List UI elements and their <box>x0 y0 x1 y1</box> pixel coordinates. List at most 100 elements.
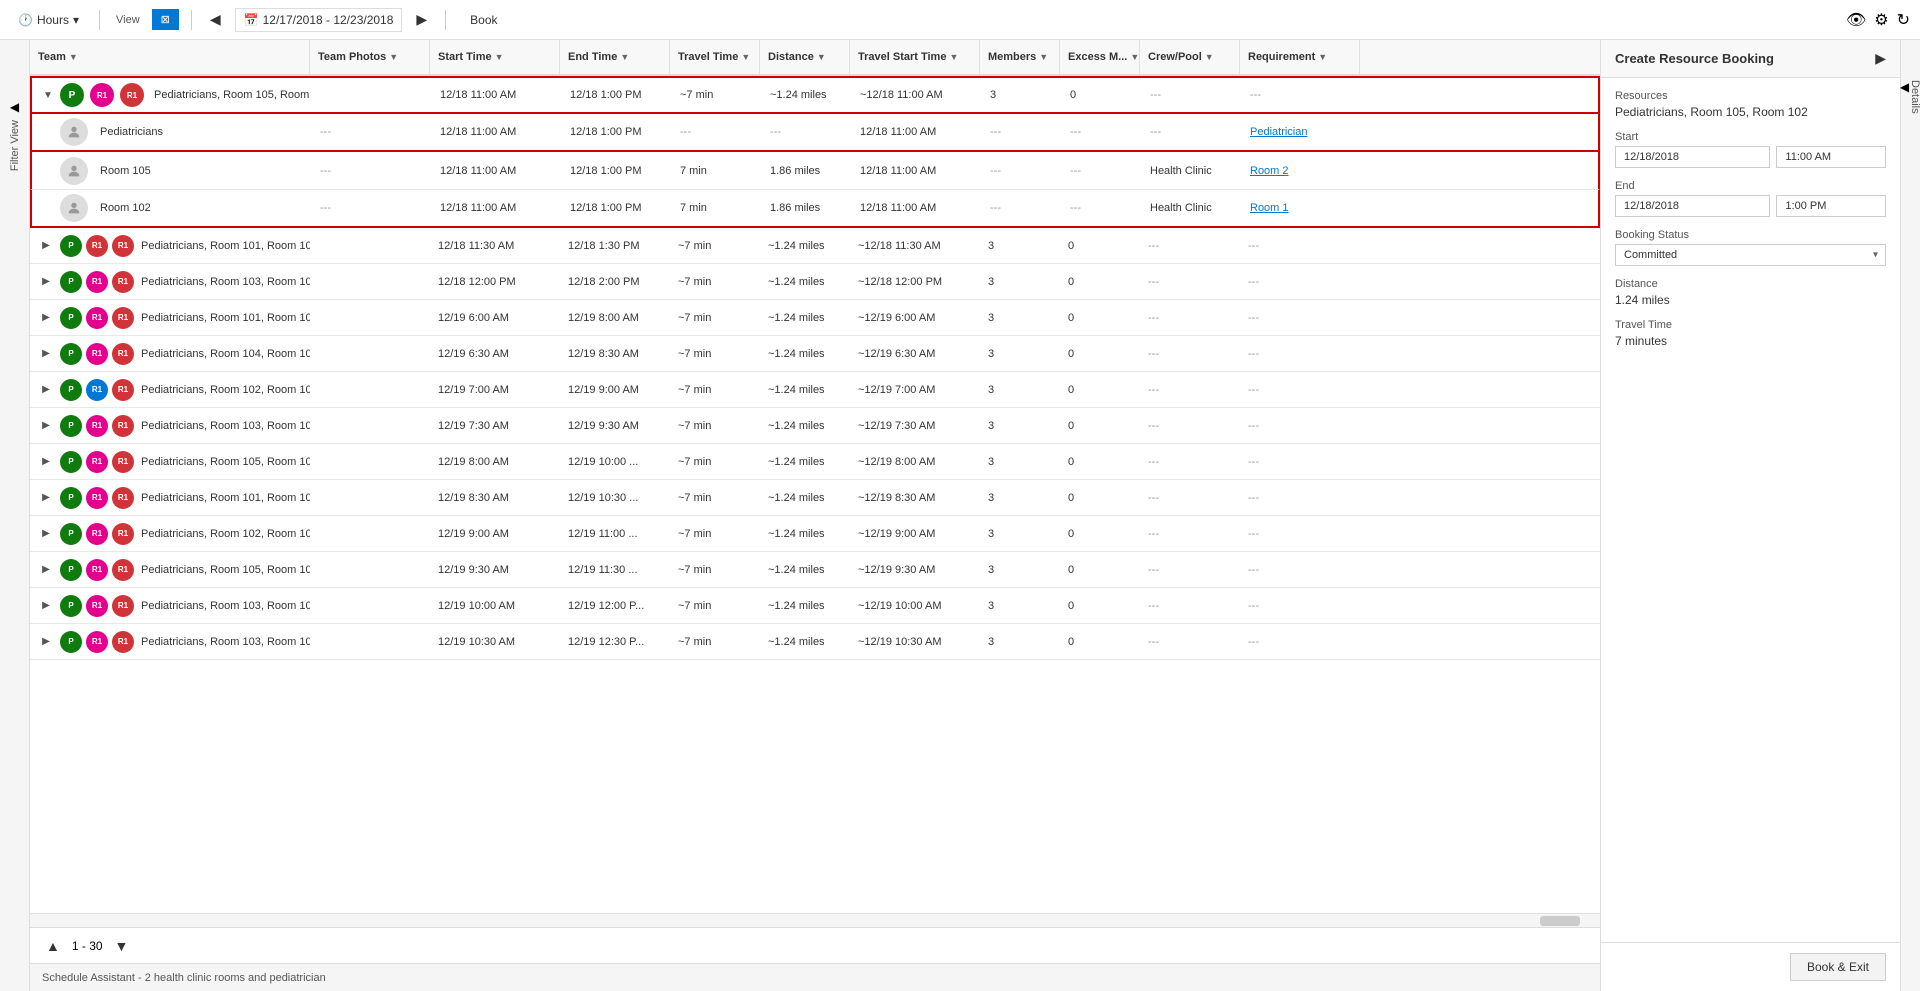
expand-button[interactable]: ▶ <box>38 274 54 290</box>
sort-icon-travelstart: ▼ <box>949 52 958 62</box>
cell-team: ▶ PR1R1 Pediatricians, Room 105, Room 10… <box>30 444 310 479</box>
settings-icon[interactable]: ⚙ <box>1874 10 1888 30</box>
col-label-crew: Crew/Pool <box>1148 51 1202 63</box>
col-label-start: Start Time <box>438 51 492 63</box>
right-panel-expand-icon[interactable]: ▶ <box>1875 50 1886 67</box>
team-name: Pediatricians, Room 105, Room 101 <box>141 456 310 468</box>
avatar-icon: R1 <box>86 415 108 437</box>
eye-icon[interactable]: 👁 <box>1846 10 1866 30</box>
expand-button[interactable]: ▶ <box>38 346 54 362</box>
expand-button[interactable]: ▶ <box>38 418 54 434</box>
collapse-left-icon[interactable]: ◀ <box>10 100 19 114</box>
expand-button[interactable]: ▶ <box>38 310 54 326</box>
table-row[interactable]: ▶ PR1R1 Pediatricians, Room 103, Room 10… <box>30 588 1600 624</box>
filter-view-label[interactable]: Filter View <box>9 120 21 171</box>
table-row-child2[interactable]: Room 105 --- 12/18 11:00 AM 12/18 1:00 P… <box>30 152 1600 190</box>
expand-button[interactable]: ▶ <box>38 526 54 542</box>
end-date-input[interactable] <box>1615 195 1770 217</box>
avatar-icon: P <box>60 343 82 365</box>
team-name: Pediatricians, Room 103, Room 105 <box>141 600 310 612</box>
page-down-button[interactable]: ▼ <box>111 936 133 956</box>
col-header-req[interactable]: Requirement ▼ <box>1240 40 1360 74</box>
col-header-team[interactable]: Team ▼ <box>30 40 310 74</box>
main-layout: ◀ Filter View Team ▼ Team Photos ▼ Start… <box>0 40 1920 991</box>
table-row[interactable]: ▶ PR1R1 Pediatricians, Room 103, Room 10… <box>30 264 1600 300</box>
scroll-bar[interactable] <box>30 913 1600 927</box>
page-up-button[interactable]: ▲ <box>42 936 64 956</box>
table-row[interactable]: ▶ PR1R1 Pediatricians, Room 103, Room 10… <box>30 624 1600 660</box>
expand-button[interactable]: ▶ <box>38 562 54 578</box>
table-row-child3[interactable]: Room 102 --- 12/18 11:00 AM 12/18 1:00 P… <box>30 190 1600 228</box>
table-row[interactable]: ▶ PR1R1 Pediatricians, Room 102, Room 10… <box>30 372 1600 408</box>
start-date-input[interactable] <box>1615 146 1770 168</box>
prev-date-button[interactable]: ◀ <box>204 7 227 32</box>
col-header-crew[interactable]: Crew/Pool ▼ <box>1140 40 1240 74</box>
end-field: End <box>1615 180 1886 217</box>
expand-button[interactable]: ▶ <box>38 634 54 650</box>
cell-end: 12/19 9:00 AM <box>560 372 670 407</box>
child-team-name: Pediatricians <box>100 126 163 138</box>
table-row[interactable]: ▶ PR1R1 Pediatricians, Room 102, Room 10… <box>30 516 1600 552</box>
next-date-button[interactable]: ▶ <box>410 7 433 32</box>
collapse-right-icon[interactable]: ◀ <box>1900 80 1909 94</box>
cell-photos <box>310 264 430 299</box>
cell-excess: 0 <box>1060 588 1140 623</box>
col-header-travel[interactable]: Travel Time ▼ <box>670 40 760 74</box>
right-panel: Create Resource Booking ▶ Resources Pedi… <box>1600 40 1900 991</box>
expand-button[interactable]: ▼ <box>40 87 56 103</box>
table-row[interactable]: ▶ PR1R1 Pediatricians, Room 101, Room 10… <box>30 228 1600 264</box>
avatar-icon: P <box>60 235 82 257</box>
book-button[interactable]: Book <box>458 9 509 31</box>
hours-button[interactable]: 🕐 Hours ▾ <box>10 9 87 31</box>
col-header-distance[interactable]: Distance ▼ <box>760 40 850 74</box>
cell-travelstart: ~12/18 11:30 AM <box>850 228 980 263</box>
cell-distance: ~1.24 miles <box>760 588 850 623</box>
cell-excess: 0 <box>1060 444 1140 479</box>
avatar-icon: P <box>60 379 82 401</box>
table-row[interactable]: ▶ PR1R1 Pediatricians, Room 104, Room 10… <box>30 336 1600 372</box>
cell-start: 12/18 12:00 PM <box>430 264 560 299</box>
table-row[interactable]: ▶ PR1R1 Pediatricians, Room 101, Room 10… <box>30 300 1600 336</box>
end-time-input[interactable] <box>1776 195 1886 217</box>
start-time-input[interactable] <box>1776 146 1886 168</box>
expand-button[interactable]: ▶ <box>38 238 54 254</box>
grid-view-button[interactable]: ⊠ <box>152 9 179 30</box>
col-header-photos[interactable]: Team Photos ▼ <box>310 40 430 74</box>
avatar-icon: P <box>60 271 82 293</box>
table-row[interactable]: ▶ PR1R1 Pediatricians, Room 101, Room 10… <box>30 480 1600 516</box>
table-row[interactable]: ▶ PR1R1 Pediatricians, Room 105, Room 10… <box>30 552 1600 588</box>
cell-end: 12/19 10:30 ... <box>560 480 670 515</box>
col-header-start[interactable]: Start Time ▼ <box>430 40 560 74</box>
cell-req: --- <box>1240 372 1360 407</box>
table-row[interactable]: ▼ P R1 R1 Pediatricians, Room 105, Room … <box>30 76 1600 114</box>
refresh-icon[interactable]: ↻ <box>1897 10 1910 30</box>
expand-button[interactable]: ▶ <box>38 454 54 470</box>
col-header-travelstart[interactable]: Travel Start Time ▼ <box>850 40 980 74</box>
table-row[interactable]: ▶ PR1R1 Pediatricians, Room 103, Room 10… <box>30 408 1600 444</box>
expand-button[interactable]: ▶ <box>38 382 54 398</box>
avatar-icon: R1 <box>112 343 134 365</box>
col-header-end[interactable]: End Time ▼ <box>560 40 670 74</box>
table-row[interactable]: ▶ PR1R1 Pediatricians, Room 105, Room 10… <box>30 444 1600 480</box>
col-label-photos: Team Photos <box>318 51 386 63</box>
team-name: Pediatricians, Room 102, Room 105 <box>141 528 310 540</box>
booking-status-select[interactable]: Committed Tentative Canceled <box>1615 244 1886 266</box>
cell-end-3: 12/18 1:00 PM <box>562 190 672 226</box>
cell-excess: 0 <box>1060 372 1140 407</box>
cell-members: 3 <box>980 300 1060 335</box>
cell-crew: --- <box>1140 408 1240 443</box>
col-header-members[interactable]: Members ▼ <box>980 40 1060 74</box>
separator-3 <box>445 10 446 30</box>
avatar-icon: R1 <box>112 307 134 329</box>
team-name: Pediatricians, Room 105, Room 103 <box>141 564 310 576</box>
sort-icon-members: ▼ <box>1039 52 1048 62</box>
expand-button[interactable]: ▶ <box>38 490 54 506</box>
expand-button[interactable]: ▶ <box>38 598 54 614</box>
cell-req: --- <box>1240 444 1360 479</box>
cell-end: 12/18 2:00 PM <box>560 264 670 299</box>
cell-members-3: --- <box>982 190 1062 226</box>
col-header-excess[interactable]: Excess M... ▼ <box>1060 40 1140 74</box>
details-label[interactable]: Details <box>1909 80 1920 114</box>
table-row-child-selected[interactable]: Pediatricians --- 12/18 11:00 AM 12/18 1… <box>30 114 1600 152</box>
book-exit-button[interactable]: Book & Exit <box>1790 953 1886 981</box>
